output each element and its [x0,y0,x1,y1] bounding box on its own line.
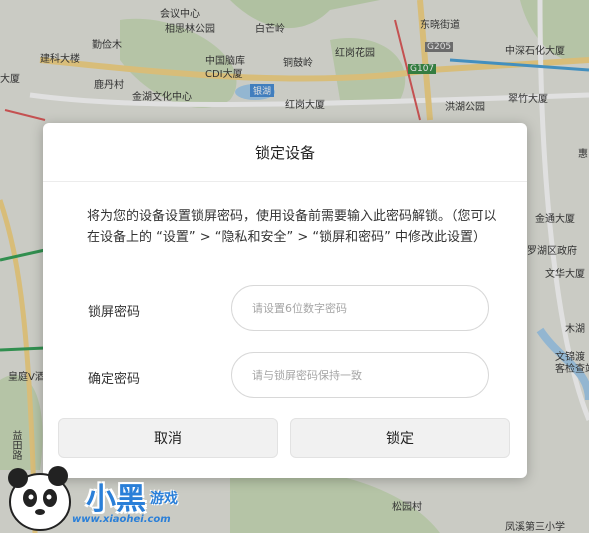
lock-device-dialog: 锁定设备 将为您的设备设置锁屏密码，使用设备前需要输入此密码解锁。（您可以在设备… [43,123,527,478]
confirm-password-label: 确定密码 [88,372,141,387]
watermark-brand: 小黑 [86,482,146,517]
dialog-description: 将为您的设备设置锁屏密码，使用设备前需要输入此密码解锁。（您可以在设备上的 “设… [87,209,497,245]
dialog-header: 锁定设备 [43,123,527,182]
cancel-button[interactable]: 取消 [58,418,278,458]
confirm-password-input[interactable] [231,352,489,398]
lock-password-label: 锁屏密码 [88,305,141,320]
lock-password-input[interactable] [231,285,489,331]
watermark-url: www.xiaohei.com [72,514,171,525]
dialog-title: 锁定设备 [254,143,315,162]
watermark-brand-sub: 游戏 [150,491,178,507]
lock-button[interactable]: 锁定 [290,418,510,458]
